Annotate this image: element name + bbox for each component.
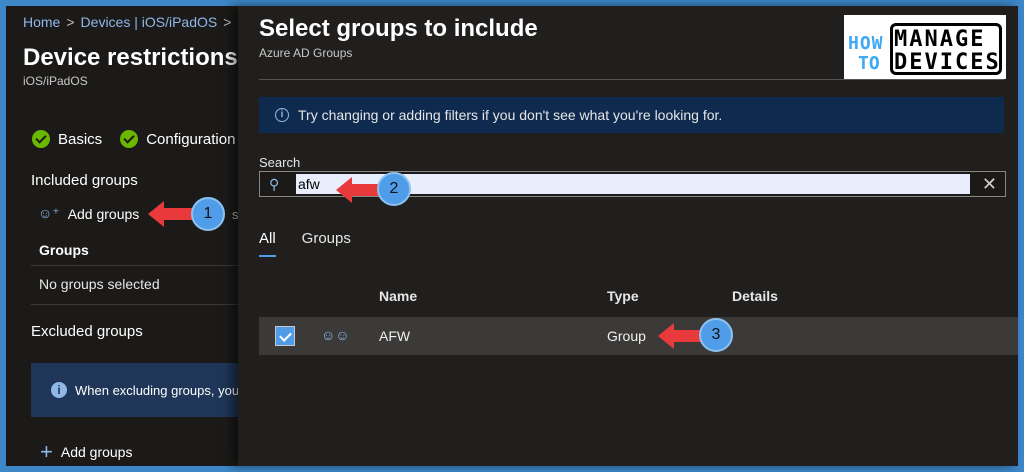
annotation-badge-2: 2 (377, 172, 411, 206)
add-user-icon: ☺⁺ (38, 205, 60, 221)
page-title: Device restrictions (23, 44, 238, 71)
tab-all[interactable]: All (259, 230, 276, 257)
wizard-steps: Basics Configuration (32, 130, 235, 148)
info-icon: i (275, 108, 289, 122)
how-to-manage-devices-logo: HOW TO MANAGE DEVICES (844, 15, 1006, 79)
step-basics[interactable]: Basics (32, 130, 102, 148)
column-header-type[interactable]: Type (607, 288, 639, 304)
column-header-details[interactable]: Details (732, 288, 778, 304)
tab-bar: All Groups (259, 230, 351, 257)
group-icon: ☺☺ (321, 327, 350, 343)
left-pane: Home > Devices | iOS/iPadOS > Device restri… (6, 6, 238, 466)
blade-title: Select groups to include (259, 15, 538, 42)
logo-manage: MANAGE (894, 27, 986, 52)
add-groups-label: Add groups (67, 205, 140, 222)
info-text: When excluding groups, you c (75, 383, 238, 398)
divider (31, 265, 238, 266)
annotation-badge-1: 1 (191, 197, 225, 231)
search-label: Search (259, 155, 301, 170)
row-type: Group (607, 328, 646, 344)
excluded-groups-heading: Excluded groups (31, 323, 143, 340)
banner-text: Try changing or adding filters if you do… (298, 107, 723, 123)
info-banner: i When excluding groups, you c (31, 363, 238, 417)
row-checkbox[interactable] (275, 326, 295, 346)
check-icon (32, 130, 50, 148)
logo-to: TO (858, 53, 880, 74)
row-name: AFW (379, 328, 411, 344)
annotation-badge-3: 3 (699, 318, 733, 352)
chevron-right-icon: > (66, 14, 75, 30)
plus-icon: + (40, 439, 53, 464)
step-label: Configuration (146, 130, 236, 148)
info-icon: i (51, 382, 67, 398)
select-groups-blade: Select groups to include Azure AD Groups… (238, 6, 1018, 466)
divider (259, 79, 1004, 80)
check-icon (120, 130, 139, 148)
tab-groups[interactable]: Groups (302, 230, 351, 257)
annotation-arrow-2 (336, 177, 380, 203)
page-subtitle: iOS/iPadOS (23, 74, 88, 88)
divider (31, 304, 238, 305)
add-excluded-groups-button[interactable]: + Add groups (40, 439, 133, 464)
step-configuration[interactable]: Configuration (120, 130, 235, 148)
add-groups-button[interactable]: ☺⁺ Add groups (38, 205, 139, 222)
annotation-arrow-3 (658, 323, 702, 349)
search-icon: ⚲ (269, 176, 280, 192)
groups-column-header: Groups (39, 242, 89, 258)
included-groups-heading: Included groups (31, 172, 138, 189)
filter-info-banner: i Try changing or adding filters if you … (259, 97, 1004, 133)
step-label: Basics (58, 130, 103, 148)
chevron-right-icon: > (223, 14, 232, 30)
no-groups-text: No groups selected (39, 276, 160, 292)
breadcrumb-devices[interactable]: Devices | iOS/iPadOS (81, 14, 218, 30)
breadcrumb: Home > Devices | iOS/iPadOS > (23, 14, 237, 30)
column-header-name[interactable]: Name (379, 288, 417, 304)
annotation-arrow-1 (148, 201, 194, 227)
table-row[interactable]: ☺☺ AFW Group (259, 317, 1018, 355)
logo-devices: DEVICES (894, 50, 1001, 75)
logo-how: HOW (848, 33, 884, 54)
close-icon[interactable]: ✕ (982, 174, 997, 195)
add-groups-label: Add groups (60, 444, 133, 460)
blade-subtitle: Azure AD Groups (259, 46, 353, 60)
breadcrumb-home[interactable]: Home (23, 14, 60, 30)
